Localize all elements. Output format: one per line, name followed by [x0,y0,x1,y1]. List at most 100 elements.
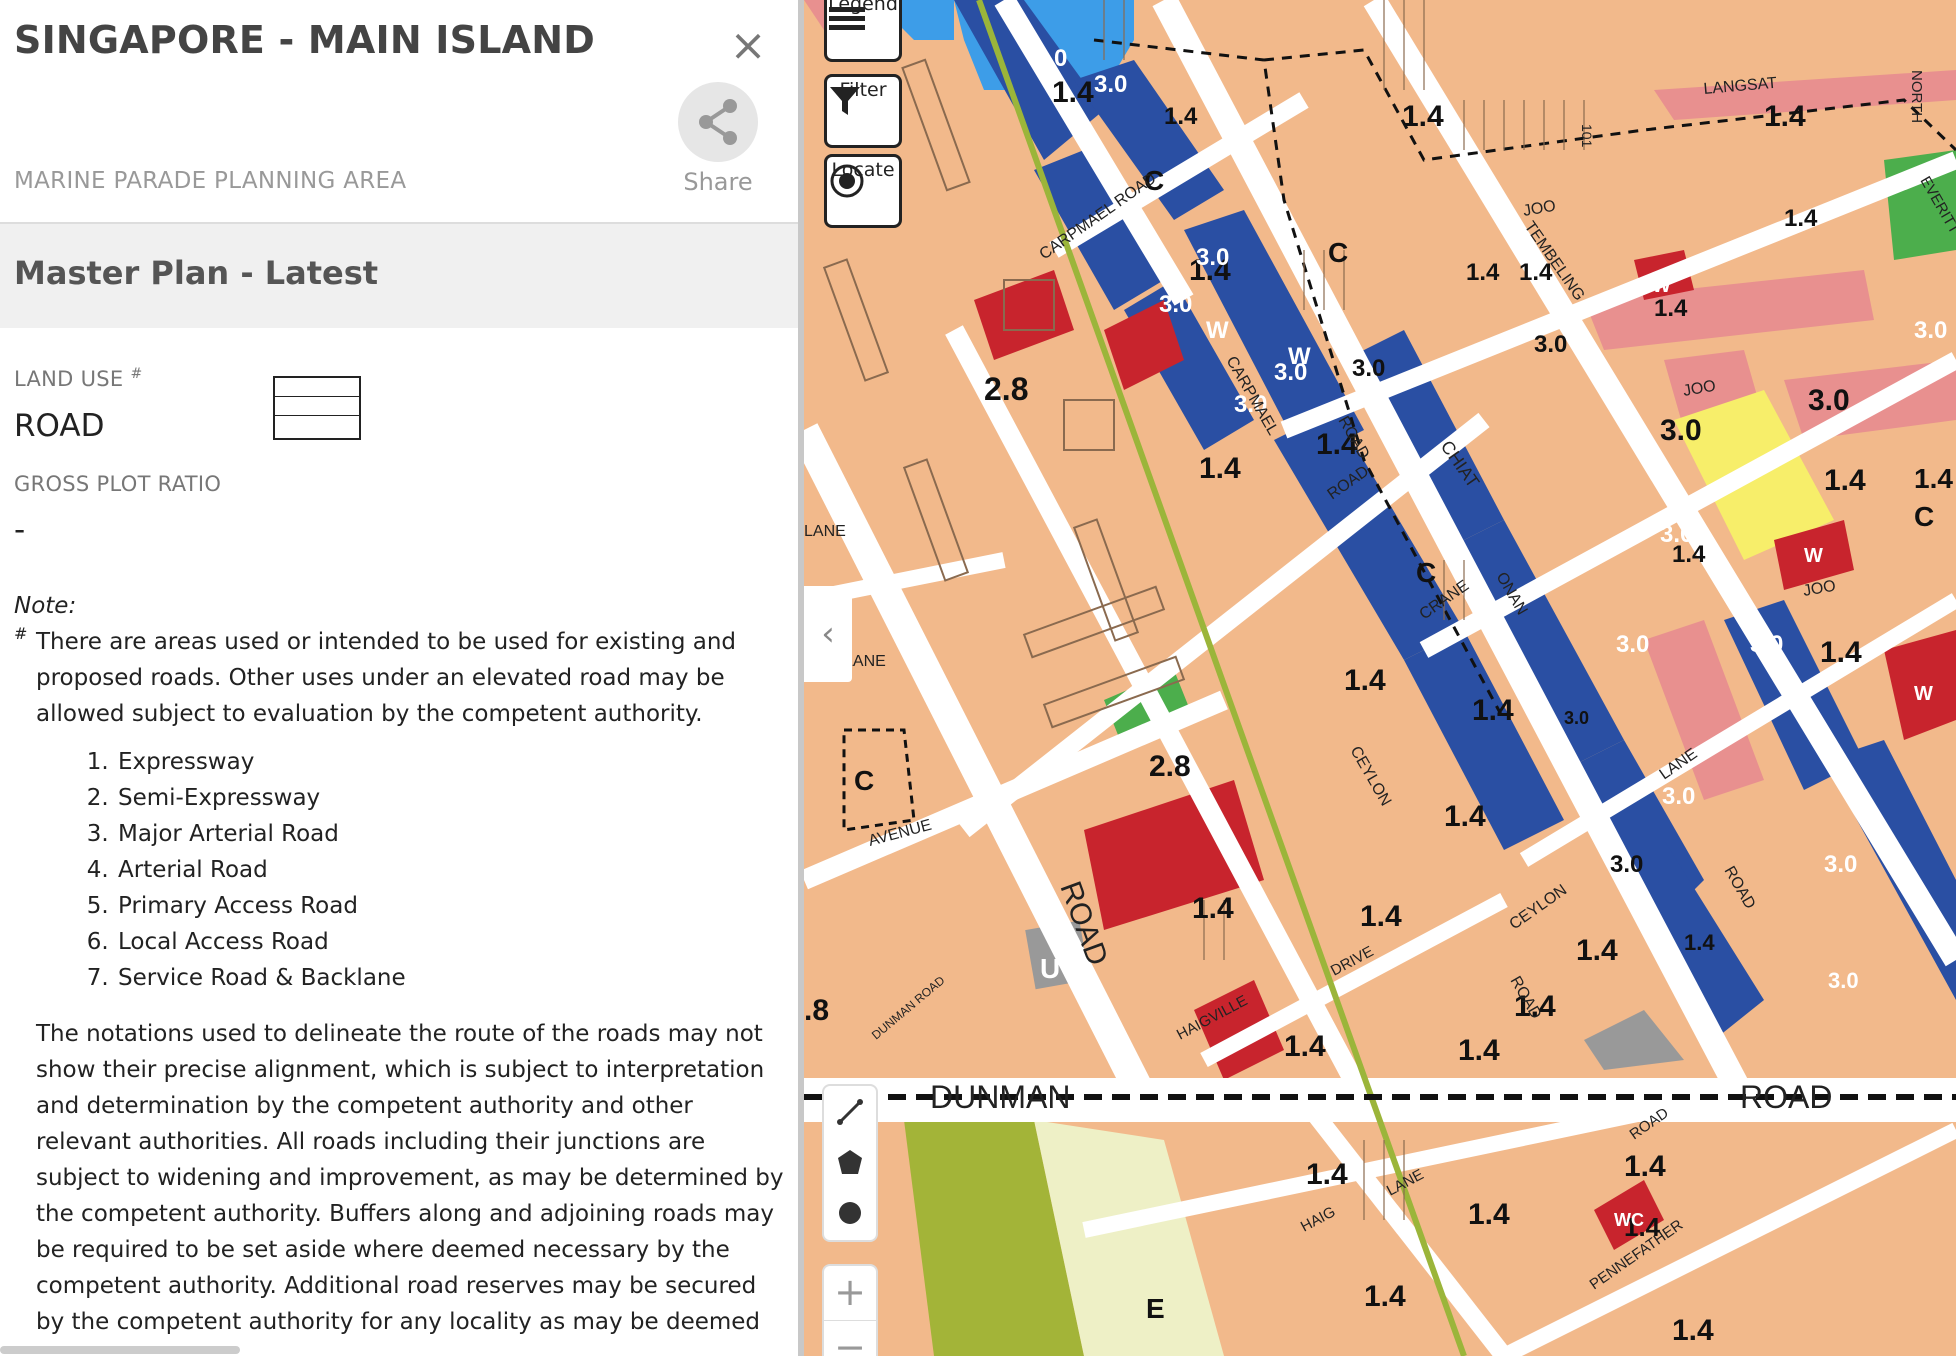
svg-text:W: W [1652,275,1671,297]
draw-toolbar [824,1086,876,1240]
note-label: Note: [14,593,77,619]
zoom-out-button[interactable]: − [824,1320,876,1356]
svg-text:3.0: 3.0 [1660,414,1702,447]
land-use-swatch [273,376,361,440]
svg-text:1.4: 1.4 [1199,452,1241,485]
list-icon [829,7,865,30]
svg-text:C: C [1328,237,1348,268]
gpr-value: - [14,512,26,548]
svg-text:1.4: 1.4 [1164,103,1198,130]
svg-text:2.8: 2.8 [984,371,1028,407]
draw-line-button[interactable] [824,1088,876,1138]
svg-text:1.4: 1.4 [1402,100,1444,133]
info-panel: SINGAPORE - MAIN ISLAND × Share MARINE P… [0,0,798,1356]
svg-text:1.4: 1.4 [1824,464,1866,497]
svg-text:1.4: 1.4 [1914,463,1953,494]
close-button[interactable]: × [728,24,768,68]
zoom-control: + − [824,1266,876,1356]
zoom-in-button[interactable]: + [824,1266,876,1318]
legend-button[interactable]: Legend [824,0,902,62]
svg-text:W: W [1914,683,1933,705]
svg-text:1.4: 1.4 [1458,1034,1500,1067]
svg-text:C: C [1914,501,1934,532]
svg-text:1.4: 1.4 [1820,636,1862,669]
polygon-icon [838,1150,862,1174]
svg-text:ROAD: ROAD [1740,1079,1832,1115]
panel-scrollbar[interactable] [0,1346,240,1354]
note-marker: # [14,624,28,643]
filter-button[interactable]: Filter [824,74,902,148]
svg-text:3.0: 3.0 [1034,45,1067,72]
filter-icon [830,87,860,115]
share-button[interactable] [678,82,758,162]
svg-text:1.4: 1.4 [1672,1314,1714,1347]
list-item: Service Road & Backlane [116,960,784,996]
list-item: Local Access Road [116,924,784,960]
svg-text:3.0: 3.0 [1662,783,1695,810]
svg-text:1.4: 1.4 [1468,1198,1510,1231]
land-use-value: ROAD [14,408,105,444]
plan-title: Master Plan - Latest [14,254,379,292]
svg-text:DUNMAN: DUNMAN [930,1079,1070,1115]
note-section: Note: # There are areas used or intended… [14,588,784,1340]
svg-text:3.0: 3.0 [1610,851,1643,878]
svg-text:U: U [1040,953,1060,984]
svg-text:3.0: 3.0 [1094,71,1127,98]
svg-text:1.4: 1.4 [1684,930,1715,955]
svg-text:1.4: 1.4 [1052,76,1094,109]
share-icon [699,99,737,145]
svg-text:C: C [854,765,874,796]
svg-text:C: C [1416,557,1436,588]
svg-text:1.4: 1.4 [1466,259,1500,286]
svg-text:3.0: 3.0 [1828,968,1859,993]
map-view[interactable]: 1.4 1.4 1.4 2.8 1.4 1.4 1.4 1.4 1.4 1.4 … [804,0,1956,1356]
svg-text:3.0: 3.0 [1914,317,1947,344]
svg-text:E: E [1146,1293,1165,1324]
svg-text:W: W [1804,545,1823,567]
svg-text:3.0: 3.0 [1660,521,1693,548]
svg-text:3.0: 3.0 [1196,244,1229,271]
list-item: Arterial Road [116,852,784,888]
list-item: Primary Access Road [116,888,784,924]
svg-text:W: W [1288,343,1311,370]
svg-text:3.0: 3.0 [1808,384,1850,417]
svg-text:1.4: 1.4 [1192,892,1234,925]
svg-text:1.4: 1.4 [1764,100,1806,133]
road-type-list: Expressway Semi-Expressway Major Arteria… [14,744,784,996]
svg-text:WC: WC [1614,1210,1644,1230]
svg-text:1.4: 1.4 [1472,694,1514,727]
svg-text:1.4: 1.4 [1654,295,1688,322]
svg-text:3.0: 3.0 [1824,851,1857,878]
draw-polygon-button[interactable] [824,1138,876,1188]
list-item: Semi-Expressway [116,780,784,816]
locate-button[interactable]: Locate [824,154,902,228]
svg-text:.8: .8 [804,994,829,1027]
svg-text:1.4: 1.4 [1360,900,1402,933]
list-item: Expressway [116,744,784,780]
svg-text:2.8: 2.8 [1149,750,1191,783]
svg-text:1.4: 1.4 [1284,1030,1326,1063]
gpr-label: GROSS PLOT RATIO [14,472,222,496]
planning-area-label: MARINE PARADE PLANNING AREA [14,168,407,194]
panel-title: SINGAPORE - MAIN ISLAND [14,18,595,62]
svg-text:1.4: 1.4 [1364,1280,1406,1313]
svg-text:3.0: 3.0 [1750,631,1783,658]
plan-section-header: Master Plan - Latest [0,224,798,328]
svg-text:NORTH: NORTH [1908,70,1925,123]
svg-text:1.4: 1.4 [1306,1158,1348,1191]
svg-text:3.0: 3.0 [1159,291,1192,318]
draw-circle-button[interactable] [824,1188,876,1238]
svg-text:W: W [1206,317,1229,344]
share-label: Share [683,168,753,196]
svg-text:1.4: 1.4 [1576,934,1618,967]
map-canvas[interactable]: 1.4 1.4 1.4 2.8 1.4 1.4 1.4 1.4 1.4 1.4 … [804,0,1956,1356]
line-icon [837,1099,863,1125]
collapse-panel-button[interactable]: ‹ [804,586,852,682]
circle-icon [839,1202,861,1224]
note-paragraph: The notations used to delineate the rout… [36,1021,784,1335]
svg-text:3.0: 3.0 [1616,631,1649,658]
svg-text:3.0: 3.0 [1564,708,1589,728]
svg-text:1.4: 1.4 [1344,664,1386,697]
land-use-marker: # [130,366,143,382]
svg-text:3.0: 3.0 [1534,331,1567,358]
